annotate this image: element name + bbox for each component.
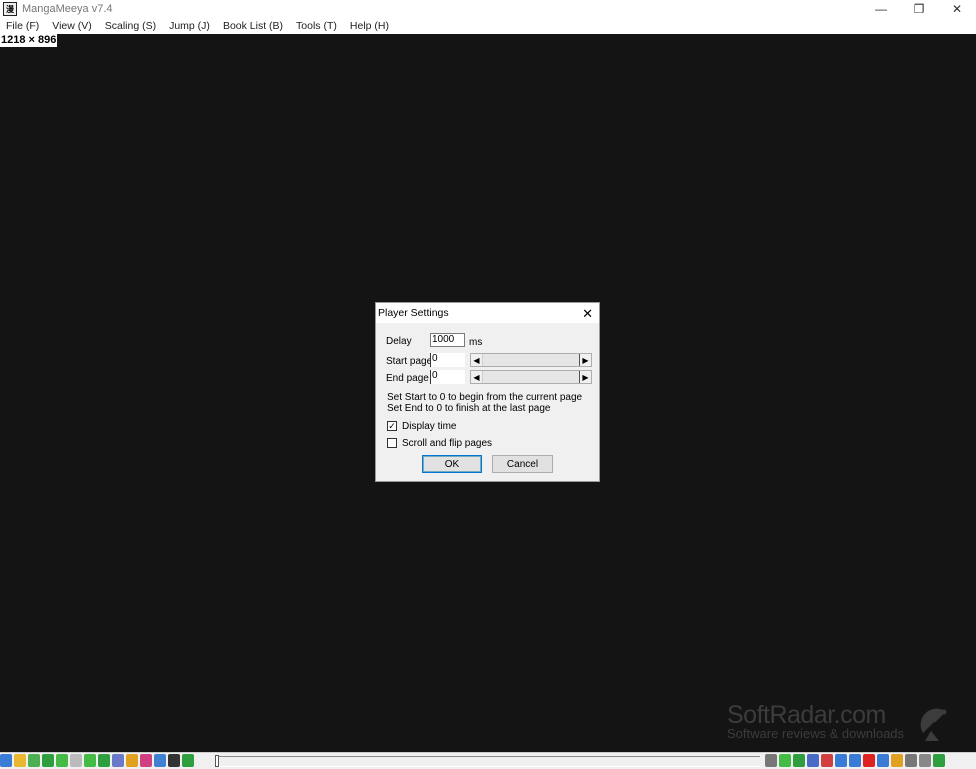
- menu-view[interactable]: View (V): [52, 20, 91, 32]
- save-icon[interactable]: [807, 754, 819, 767]
- start-page-scrollbar[interactable]: ◀ ▶: [470, 353, 592, 367]
- dialog-title-bar: Player Settings ✕: [376, 303, 599, 323]
- cancel-button[interactable]: Cancel: [492, 455, 553, 473]
- spread-icon[interactable]: [765, 754, 777, 767]
- thumbnail-icon[interactable]: [891, 754, 903, 767]
- scroll-left-icon[interactable]: ◀: [471, 371, 483, 383]
- toolbar-right-group: [765, 754, 947, 767]
- copy-icon[interactable]: [849, 754, 861, 767]
- menu-file[interactable]: File (F): [6, 20, 39, 32]
- watermark-tagline: Software reviews & downloads: [727, 726, 905, 741]
- refresh-icon[interactable]: [42, 754, 54, 767]
- delete-icon[interactable]: [863, 754, 875, 767]
- details-icon[interactable]: [905, 754, 917, 767]
- scroll-left-icon[interactable]: ◀: [471, 354, 483, 366]
- delay-unit: ms: [469, 337, 483, 348]
- end-page-scrollbar[interactable]: ◀ ▶: [470, 370, 592, 384]
- window-title: MangaMeeya v7.4: [22, 3, 113, 15]
- open-file-icon[interactable]: [0, 754, 12, 767]
- start-page-input[interactable]: 0: [430, 353, 465, 367]
- double-page-icon[interactable]: [793, 754, 805, 767]
- page-mode-icon[interactable]: [779, 754, 791, 767]
- minimize-tray-icon[interactable]: [933, 754, 945, 767]
- rotate-right-icon[interactable]: [154, 754, 166, 767]
- zoom-icon[interactable]: [168, 754, 180, 767]
- watermark: SoftRadar.com Software reviews & downloa…: [727, 701, 947, 741]
- display-time-label: Display time: [402, 421, 457, 432]
- menu-scaling[interactable]: Scaling (S): [105, 20, 156, 32]
- satellite-dish-icon: [920, 708, 947, 741]
- menu-jump[interactable]: Jump (J): [169, 20, 210, 32]
- end-page-input[interactable]: 0: [430, 370, 465, 384]
- start-page-label: Start page: [386, 356, 433, 367]
- hint-start: Set Start to 0 to begin from the current…: [387, 392, 583, 403]
- menu-help[interactable]: Help (H): [350, 20, 389, 32]
- play-icon[interactable]: [70, 754, 82, 767]
- next-folder-icon[interactable]: [98, 754, 110, 767]
- player-settings-dialog: Player Settings ✕ Delay 1000 ms Start pa…: [375, 302, 600, 482]
- delay-input[interactable]: 1000: [430, 333, 465, 347]
- menu-tools[interactable]: Tools (T): [296, 20, 337, 32]
- back-icon[interactable]: [56, 754, 68, 767]
- image-dimensions: 1218 × 896: [0, 34, 58, 47]
- first-page-icon[interactable]: [182, 754, 194, 767]
- scroll-flip-checkbox[interactable]: [387, 438, 397, 448]
- checkmark-icon: ✓: [388, 421, 396, 431]
- fit-width-icon[interactable]: [112, 754, 124, 767]
- hint-end: Set End to 0 to finish at the last page: [387, 403, 551, 414]
- scroll-right-icon[interactable]: ▶: [579, 371, 591, 383]
- close-button[interactable]: ✕: [938, 0, 976, 18]
- title-bar: 漫 MangaMeeya v7.4 — ❐ ✕: [0, 0, 976, 18]
- page-slider[interactable]: [215, 755, 760, 767]
- bookmark-icon[interactable]: [126, 754, 138, 767]
- dialog-body: Delay 1000 ms Start page 0 ◀ ▶ End page …: [376, 323, 599, 481]
- rotate-left-icon[interactable]: [140, 754, 152, 767]
- minimize-button[interactable]: —: [862, 0, 900, 18]
- grid-icon[interactable]: [835, 754, 847, 767]
- dialog-title: Player Settings: [378, 307, 449, 319]
- display-time-checkbox[interactable]: ✓: [387, 421, 397, 431]
- restore-icon: ❐: [913, 2, 925, 16]
- restore-button[interactable]: ❐: [900, 0, 938, 18]
- up-folder-icon[interactable]: [28, 754, 40, 767]
- page-slider-thumb[interactable]: [215, 755, 219, 767]
- menu-book-list[interactable]: Book List (B): [223, 20, 283, 32]
- minimize-icon: —: [875, 2, 887, 16]
- scroll-right-icon[interactable]: ▶: [579, 354, 591, 366]
- close-icon: ✕: [951, 2, 963, 16]
- delay-label: Delay: [386, 336, 412, 347]
- list-icon[interactable]: [877, 754, 889, 767]
- ok-button[interactable]: OK: [422, 455, 482, 473]
- menu-bar: File (F) View (V) Scaling (S) Jump (J) B…: [0, 18, 976, 34]
- window-controls: — ❐ ✕: [862, 0, 976, 18]
- scroll-flip-label: Scroll and flip pages: [402, 438, 493, 449]
- toolbar-left-group: [0, 754, 196, 767]
- camera-icon[interactable]: [821, 754, 833, 767]
- open-folder-icon[interactable]: [14, 754, 26, 767]
- end-page-label: End page: [386, 373, 429, 384]
- settings-icon[interactable]: [919, 754, 931, 767]
- dialog-close-icon[interactable]: ✕: [582, 306, 593, 322]
- forward-icon[interactable]: [84, 754, 96, 767]
- manga-book-icon[interactable]: 漫: [3, 2, 17, 16]
- bottom-toolbar: [0, 752, 976, 769]
- watermark-brand: SoftRadar.com: [727, 701, 886, 729]
